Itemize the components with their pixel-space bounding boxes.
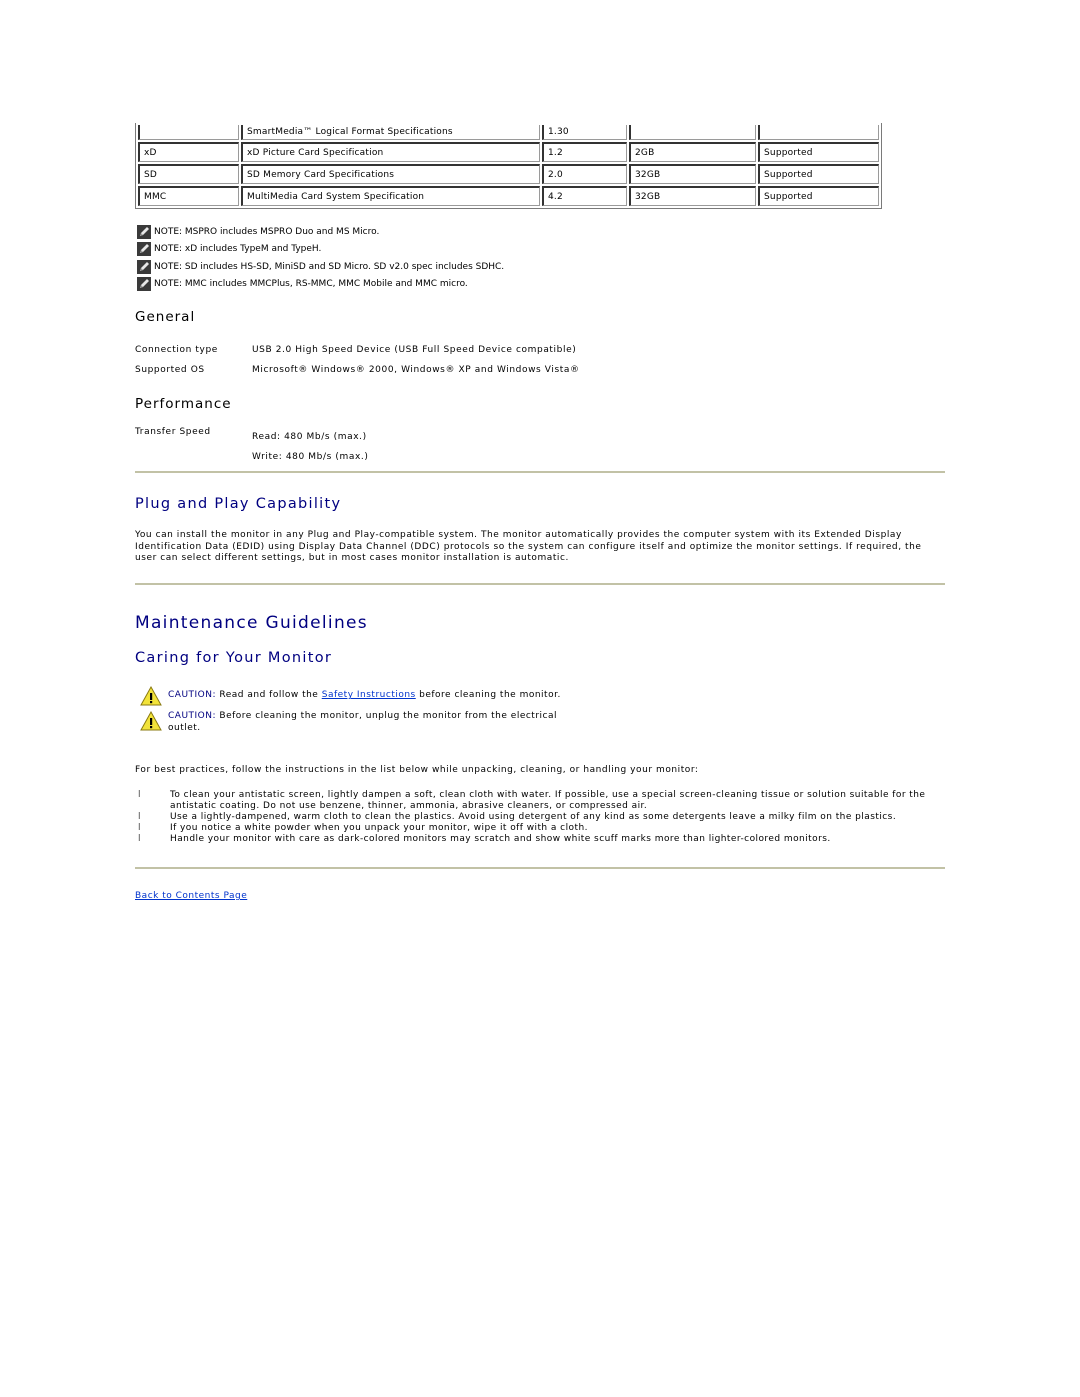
- note-item: NOTE: MMC includes MMCPlus, RS-MMC, MMC …: [137, 276, 504, 294]
- warning-triangle-icon: [140, 710, 162, 731]
- section-divider: [135, 471, 945, 473]
- cell-capacity: 32GB: [629, 186, 756, 206]
- plug-and-play-heading: Plug and Play Capability: [135, 496, 342, 512]
- cell-card: MMC: [138, 186, 239, 206]
- bullet-mark: l: [138, 823, 141, 833]
- caution-text: Before cleaning the monitor, unplug the …: [168, 711, 557, 733]
- cell-capacity: [629, 125, 756, 140]
- general-heading: General: [135, 309, 196, 325]
- note-pencil-icon: [137, 259, 151, 274]
- connection-type-label: Connection type: [135, 345, 218, 355]
- note-item: NOTE: MSPRO includes MSPRO Duo and MS Mi…: [137, 223, 504, 241]
- transfer-write-value: Write: 480 Mb/s (max.): [252, 452, 369, 462]
- note-pencil-icon: [137, 224, 151, 239]
- table-row: xD xD Picture Card Specification 1.2 2GB…: [138, 142, 879, 162]
- table-row: SmartMedia™ Logical Format Specification…: [138, 125, 879, 140]
- note-pencil-icon: [137, 242, 151, 257]
- cell-card: SD: [138, 164, 239, 184]
- cell-card: [138, 125, 239, 140]
- cell-version: 1.2: [542, 142, 627, 162]
- cell-spec: MultiMedia Card System Specification: [241, 186, 540, 206]
- caution-label: CAUTION:: [168, 711, 217, 721]
- list-item-text: To clean your antistatic screen, lightly…: [170, 790, 926, 811]
- connection-type-value: USB 2.0 High Speed Device (USB Full Spee…: [252, 345, 577, 355]
- list-item: l If you notice a white powder when you …: [135, 823, 945, 834]
- card-spec-table: SmartMedia™ Logical Format Specification…: [135, 123, 882, 209]
- list-item: l Handle your monitor with care as dark-…: [135, 834, 945, 845]
- supported-os-label: Supported OS: [135, 365, 205, 375]
- list-item-text: Handle your monitor with care as dark-co…: [170, 834, 831, 844]
- bullet-mark: l: [138, 812, 141, 822]
- cell-spec: xD Picture Card Specification: [241, 142, 540, 162]
- section-divider: [135, 583, 945, 585]
- list-item: l To clean your antistatic screen, light…: [135, 790, 945, 812]
- note-text: NOTE: xD includes TypeM and TypeH.: [154, 244, 322, 255]
- caution-label: CAUTION:: [168, 690, 217, 701]
- cell-version: 4.2: [542, 186, 627, 206]
- cell-support: [758, 125, 879, 140]
- note-pencil-icon: [137, 277, 151, 292]
- list-item-text: Use a lightly-dampened, warm cloth to cl…: [170, 812, 897, 822]
- cell-card: xD: [138, 142, 239, 162]
- cell-support: Supported: [758, 164, 879, 184]
- back-to-contents-link[interactable]: Back to Contents Page: [135, 891, 247, 901]
- note-text: NOTE: MSPRO includes MSPRO Duo and MS Mi…: [154, 226, 380, 237]
- transfer-speed-label: Transfer Speed: [135, 427, 211, 437]
- caution-unplug: CAUTION: Before cleaning the monitor, un…: [140, 710, 580, 734]
- section-divider: [135, 867, 945, 869]
- cell-version: 1.30: [542, 125, 627, 140]
- transfer-read-value: Read: 480 Mb/s (max.): [252, 432, 367, 442]
- table-row: MMC MultiMedia Card System Specification…: [138, 186, 879, 206]
- cell-version: 2.0: [542, 164, 627, 184]
- caution-text-before: Read and follow the: [219, 690, 319, 701]
- cell-capacity: 2GB: [629, 142, 756, 162]
- notes-list: NOTE: MSPRO includes MSPRO Duo and MS Mi…: [137, 223, 504, 293]
- caution-text-after: before cleaning the monitor.: [419, 690, 561, 701]
- table-row: SD SD Memory Card Specifications 2.0 32G…: [138, 164, 879, 184]
- cell-spec: SmartMedia™ Logical Format Specification…: [241, 125, 540, 140]
- cell-capacity: 32GB: [629, 164, 756, 184]
- cell-support: Supported: [758, 142, 879, 162]
- list-item: l Use a lightly-dampened, warm cloth to …: [135, 812, 945, 823]
- note-item: NOTE: SD includes HS-SD, MiniSD and SD M…: [137, 258, 504, 276]
- bullet-mark: l: [138, 834, 141, 844]
- caution-safety: CAUTION: Read and follow the Safety Inst…: [140, 685, 561, 706]
- safety-instructions-link[interactable]: Safety Instructions: [322, 690, 416, 700]
- cell-support: Supported: [758, 186, 879, 206]
- best-practices-intro: For best practices, follow the instructi…: [135, 765, 699, 775]
- list-item-text: If you notice a white powder when you un…: [170, 823, 588, 833]
- note-text: NOTE: SD includes HS-SD, MiniSD and SD M…: [154, 261, 505, 272]
- supported-os-value: Microsoft® Windows® 2000, Windows® XP an…: [252, 365, 580, 375]
- maintenance-heading: Maintenance Guidelines: [135, 613, 368, 633]
- care-instructions-list: l To clean your antistatic screen, light…: [135, 790, 945, 845]
- bullet-mark: l: [138, 790, 141, 800]
- warning-triangle-icon: [140, 685, 162, 706]
- plug-and-play-body: You can install the monitor in any Plug …: [135, 530, 922, 563]
- caring-heading: Caring for Your Monitor: [135, 650, 333, 666]
- cell-spec: SD Memory Card Specifications: [241, 164, 540, 184]
- note-text: NOTE: MMC includes MMCPlus, RS-MMC, MMC …: [154, 279, 468, 290]
- performance-heading: Performance: [135, 396, 232, 412]
- note-item: NOTE: xD includes TypeM and TypeH.: [137, 241, 504, 259]
